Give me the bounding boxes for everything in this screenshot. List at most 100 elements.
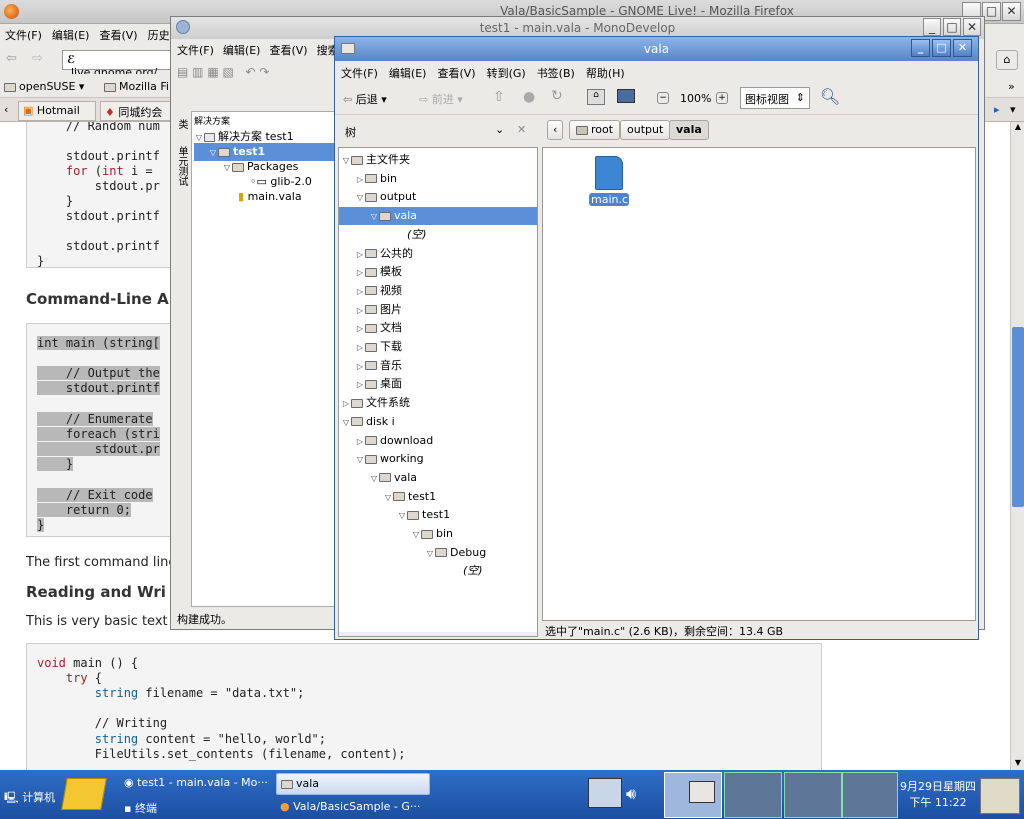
md-menu-file[interactable]: 文件(F) xyxy=(177,44,214,57)
expander-icon[interactable]: ▽ xyxy=(425,545,435,563)
breadcrumb-back[interactable]: ‹ xyxy=(547,120,564,140)
expander-icon[interactable]: ▷ xyxy=(355,433,365,451)
nt-menu-view[interactable]: 查看(V) xyxy=(431,61,480,81)
tree-row[interactable]: ▷ 公共的 xyxy=(355,245,413,263)
nt-menu-go[interactable]: 转到(G) xyxy=(481,61,531,81)
save-icon[interactable]: ▦ xyxy=(207,65,218,79)
ff-menu-file[interactable]: 文件(F) xyxy=(0,24,47,43)
reload-icon[interactable]: ↻ xyxy=(551,88,563,104)
nt-minimize-button[interactable]: _ xyxy=(911,39,930,57)
task-nautilus[interactable]: vala xyxy=(276,773,430,795)
tree-row[interactable]: ▷ 音乐 xyxy=(355,357,402,375)
bookmark-opensuse[interactable]: openSUSE ▾ xyxy=(4,80,84,93)
expander-icon[interactable]: ▽ xyxy=(355,451,365,469)
redo-icon[interactable]: ↷ xyxy=(259,65,269,79)
breadcrumb-vala[interactable]: vala xyxy=(669,120,709,140)
back-button[interactable]: ⇦ 后退 ▾ xyxy=(343,91,387,107)
expander-icon[interactable]: ▽ xyxy=(411,526,421,544)
tabs-scroll-left-icon[interactable]: ‹ xyxy=(4,103,8,116)
home-folder-icon[interactable]: ⌂ xyxy=(587,89,605,105)
scroll-up-arrow[interactable]: ▲ xyxy=(1012,122,1024,134)
url-bar[interactable]: ℰ live.gnome.org/ xyxy=(62,50,172,79)
forward-arrow-icon[interactable]: ⇨ xyxy=(32,51,43,66)
tab-list-icon[interactable]: ▾ xyxy=(1010,103,1016,116)
tree-row[interactable]: ▽ working xyxy=(355,450,424,468)
back-arrow-icon[interactable]: ⇦ xyxy=(6,51,17,66)
workspace-4[interactable] xyxy=(842,772,898,818)
clock[interactable]: 9月29日星期四 下午 11:22 xyxy=(900,778,976,810)
scroll-down-arrow[interactable]: ▼ xyxy=(1012,758,1024,770)
ff-menu-edit[interactable]: 编辑(E) xyxy=(47,24,95,43)
expander-icon[interactable]: ▽ xyxy=(341,414,351,432)
task-monodevelop[interactable]: ◉ test1 - main.vala - Mo··· xyxy=(124,776,274,789)
tree-row[interactable]: ▽ disk i xyxy=(341,413,395,431)
breadcrumb-root[interactable]: root xyxy=(569,120,621,140)
nt-menu-edit[interactable]: 编辑(E) xyxy=(383,61,432,81)
tree-row[interactable]: ▷ 视频 xyxy=(355,282,402,300)
network-icon[interactable] xyxy=(588,778,622,808)
volume-icon[interactable]: 🔊︎ xyxy=(626,784,636,804)
task-terminal[interactable]: ▪ 终端 xyxy=(124,800,157,816)
tree-row[interactable]: ▽ vala xyxy=(339,207,537,226)
tree-row[interactable]: ▽ test1 xyxy=(383,488,436,506)
expander-icon[interactable]: ▷ xyxy=(341,395,351,413)
tree-row[interactable]: ▷ download xyxy=(355,432,433,450)
expander-icon[interactable]: ▷ xyxy=(355,339,365,357)
undo-icon[interactable]: ↶ xyxy=(245,65,255,79)
expander-icon[interactable]: ▷ xyxy=(355,246,365,264)
expander-icon[interactable]: ▷ xyxy=(355,302,365,320)
tree-row[interactable]: ▽ output xyxy=(355,188,416,206)
nt-menu-file[interactable]: 文件(F) xyxy=(335,61,383,81)
class-pad-tab[interactable]: 类 xyxy=(176,119,187,129)
md-maximize-button[interactable]: □ xyxy=(943,18,961,36)
nt-menu-help[interactable]: 帮助(H) xyxy=(580,61,630,81)
tree-row[interactable]: ▷ bin xyxy=(355,170,397,188)
tree-row[interactable]: ▽ vala xyxy=(369,469,417,487)
task-firefox[interactable]: ● Vala/BasicSample - G··· xyxy=(280,800,440,813)
show-desktop-icon[interactable] xyxy=(980,778,1020,814)
solution-tree-item[interactable]: ▮ main.vala xyxy=(238,188,302,206)
forward-button[interactable]: ⇨ 前进 ▾ xyxy=(419,91,463,107)
tab-dating[interactable]: ♦ 同城约会 · xyxy=(100,101,172,133)
sidebar-close-icon[interactable]: ✕ xyxy=(517,123,526,136)
expander-icon[interactable]: ▽ xyxy=(341,152,351,170)
tabs-scroll-right-icon[interactable]: ▸ xyxy=(994,103,1000,116)
bookmark-mozilla[interactable]: Mozilla Fir xyxy=(104,80,174,93)
tree-row[interactable]: ▽ Debug xyxy=(425,544,486,562)
open-icon[interactable]: ▥ xyxy=(192,65,203,79)
md-menu-view[interactable]: 查看(V) xyxy=(269,44,307,57)
view-mode-select[interactable]: 图标视图 ⇕ xyxy=(740,87,810,109)
tree-row[interactable]: ▷ 文件系统 xyxy=(341,394,410,412)
ff-menu-view[interactable]: 查看(V) xyxy=(94,24,142,43)
tree-hscroll[interactable] xyxy=(339,632,537,636)
expander-icon[interactable]: ▽ xyxy=(355,189,365,207)
tab-hotmail[interactable]: ▣ Hotmail ··· xyxy=(18,101,96,130)
tree-row[interactable]: (空) xyxy=(453,562,483,580)
tree-row[interactable]: ▽ 主文件夹 xyxy=(341,151,410,169)
md-minimize-button[interactable]: _ xyxy=(923,18,941,36)
computer-icon[interactable] xyxy=(617,89,635,103)
workspace-1[interactable] xyxy=(664,772,722,818)
nt-menu-bookmarks[interactable]: 书签(B) xyxy=(531,61,580,81)
nt-close-button[interactable]: ✕ xyxy=(953,39,972,57)
tree-row[interactable]: (空) xyxy=(397,226,427,244)
sidebar-select-chevron-icon[interactable]: ⌄ xyxy=(495,123,504,136)
scroll-thumb[interactable] xyxy=(1012,327,1024,507)
tree-row[interactable]: ▷ 下载 xyxy=(355,338,402,356)
workspace-3[interactable] xyxy=(784,772,842,818)
save-all-icon[interactable]: ▧ xyxy=(223,65,234,79)
site-identity-icon[interactable]: ℰ xyxy=(67,53,75,66)
workspace-2[interactable] xyxy=(724,772,782,818)
expander-icon[interactable]: ▷ xyxy=(355,376,365,394)
expander-icon[interactable]: ▽ xyxy=(369,470,379,488)
expander-icon[interactable]: ▷ xyxy=(355,358,365,376)
search-icon[interactable]: 🔍︎ xyxy=(820,87,840,106)
tree-row[interactable]: ▷ 桌面 xyxy=(355,375,402,393)
tree-row[interactable]: ▷ 图片 xyxy=(355,301,402,319)
expander-icon[interactable]: ▷ xyxy=(355,320,365,338)
pencil-launcher-icon[interactable] xyxy=(61,778,107,810)
expander-icon[interactable]: ▽ xyxy=(383,489,393,507)
page-scrollbar[interactable]: ▲ ▼ xyxy=(1010,122,1024,770)
breadcrumb-output[interactable]: output xyxy=(620,120,671,140)
more-bookmarks-icon[interactable]: » xyxy=(1008,80,1015,93)
